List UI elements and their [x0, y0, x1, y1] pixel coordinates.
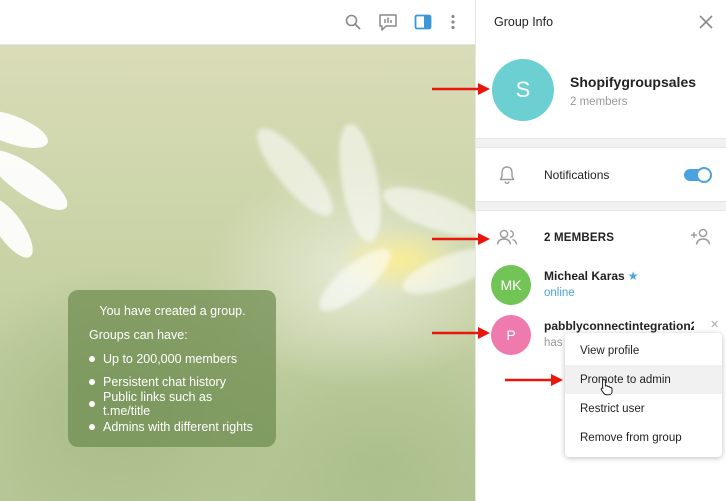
members-title: 2 MEMBERS: [544, 232, 615, 244]
menu-item-restrict-user[interactable]: Restrict user: [565, 394, 722, 423]
hand-cursor-icon: [600, 378, 614, 401]
member-status: has: [544, 337, 563, 349]
wallpaper-petal: [310, 239, 400, 321]
search-icon[interactable]: [343, 12, 363, 32]
members-header: 2 MEMBERS: [476, 213, 726, 259]
group-avatar[interactable]: S: [492, 59, 554, 121]
add-member-icon[interactable]: [690, 227, 712, 247]
notifications-toggle[interactable]: [684, 167, 712, 183]
panel-header: Group Info: [476, 0, 726, 44]
telegram-window: You have created a group. Groups can hav…: [0, 0, 726, 501]
list-item: Public links such as t.me/title: [89, 390, 256, 418]
annotation-arrow-icon: [432, 327, 490, 339]
info-card-title: You have created a group.: [99, 304, 246, 318]
group-profile: S Shopifygroupsales 2 members: [476, 44, 726, 138]
annotation-arrow-icon: [505, 374, 563, 386]
more-vertical-icon[interactable]: [443, 12, 463, 32]
info-card-list: Up to 200,000 members Persistent chat hi…: [89, 348, 256, 438]
annotation-arrow-icon: [432, 233, 490, 245]
member-row-micheal-karas[interactable]: MK Micheal Karas ★ online: [476, 261, 726, 311]
menu-item-promote-to-admin[interactable]: Promote to admin: [565, 365, 722, 394]
wallpaper-petal: [397, 238, 475, 304]
menu-item-remove-from-group[interactable]: Remove from group: [565, 423, 722, 452]
group-member-count: 2 members: [570, 96, 628, 108]
close-icon[interactable]: [698, 14, 714, 30]
wallpaper-petal: [0, 140, 76, 220]
bell-icon: [496, 164, 518, 186]
star-icon: ★: [627, 269, 639, 283]
list-item: Admins with different rights: [89, 416, 256, 439]
section-divider: [476, 201, 726, 211]
group-name: Shopifygroupsales: [570, 74, 697, 90]
avatar: MK: [491, 265, 531, 305]
section-divider: [476, 138, 726, 148]
sidebar-toggle-icon[interactable]: [413, 12, 433, 32]
info-card-subtitle: Groups can have:: [89, 328, 188, 342]
wallpaper-petal: [246, 118, 344, 226]
menu-item-view-profile[interactable]: View profile: [565, 336, 722, 365]
annotation-arrow-icon: [432, 83, 490, 95]
list-item: Up to 200,000 members: [89, 348, 256, 371]
members-icon: [496, 226, 518, 248]
remove-member-icon[interactable]: ✕: [710, 318, 719, 331]
chat-area: You have created a group. Groups can hav…: [0, 0, 475, 501]
member-name: pabblyconnectintegration2: [544, 319, 694, 333]
poll-icon[interactable]: [378, 12, 398, 32]
member-status: online: [544, 287, 575, 299]
wallpaper-petal: [0, 102, 53, 156]
notifications-label: Notifications: [544, 168, 610, 182]
member-name: Micheal Karas ★: [544, 269, 639, 283]
group-created-card: You have created a group. Groups can hav…: [68, 290, 276, 447]
wallpaper-petal: [0, 191, 41, 265]
notifications-row[interactable]: Notifications: [476, 149, 726, 201]
panel-title: Group Info: [494, 15, 554, 29]
member-context-menu: View profile Promote to admin Restrict u…: [565, 333, 722, 457]
chat-topbar: [0, 0, 475, 45]
wallpaper-petal: [331, 120, 389, 246]
avatar: P: [491, 315, 531, 355]
